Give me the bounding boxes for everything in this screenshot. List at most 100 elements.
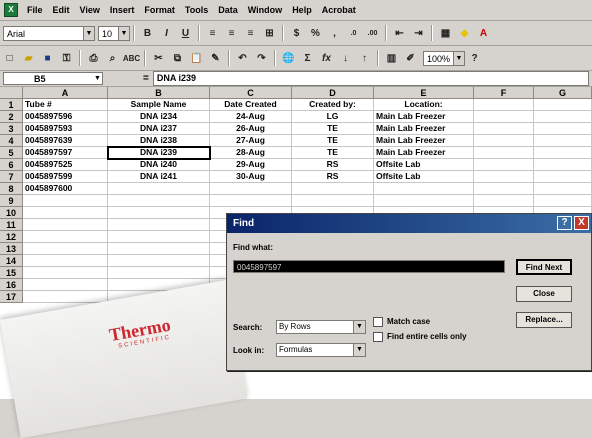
date-cell[interactable]: 30-Aug	[210, 171, 292, 183]
open-folder-icon[interactable]: ▰	[20, 50, 37, 67]
row-header-16[interactable]: 16	[0, 279, 23, 291]
header-cell-created-by[interactable]: Created by:	[292, 99, 374, 111]
decrease-indent-icon[interactable]: ⇤	[391, 25, 408, 42]
align-center-icon[interactable]: ≡	[223, 25, 240, 42]
row-header-1[interactable]: 1	[0, 99, 23, 111]
location-cell[interactable]: Main Lab Freezer	[374, 135, 474, 147]
chevron-down-icon[interactable]: ▼	[118, 26, 129, 40]
location-cell[interactable]: Main Lab Freezer	[374, 111, 474, 123]
function-icon[interactable]: fx	[318, 50, 335, 67]
cell[interactable]	[474, 111, 534, 123]
row-header-15[interactable]: 15	[0, 267, 23, 279]
column-header-a[interactable]: A	[23, 87, 108, 99]
cell[interactable]	[292, 195, 374, 207]
format-painter-icon[interactable]: ✎	[207, 50, 224, 67]
italic-icon[interactable]: I	[158, 25, 175, 42]
cut-icon[interactable]: ✂	[150, 50, 167, 67]
redo-icon[interactable]: ↷	[253, 50, 270, 67]
location-cell[interactable]: Offsite Lab	[374, 159, 474, 171]
date-cell[interactable]: 24-Aug	[210, 111, 292, 123]
excel-app-icon[interactable]: X	[4, 3, 18, 17]
row-header-17[interactable]: 17	[0, 291, 23, 303]
replace-button[interactable]: Replace...	[516, 312, 572, 328]
date-cell[interactable]: 28-Aug	[210, 147, 292, 159]
chevron-down-icon[interactable]: ▼	[353, 321, 365, 333]
cell[interactable]	[108, 267, 210, 279]
search-select[interactable]: By Rows ▼	[276, 320, 366, 334]
created-by-cell[interactable]: RS	[292, 171, 374, 183]
fill-color-icon[interactable]: ◆	[456, 25, 473, 42]
menu-file[interactable]: File	[22, 5, 48, 15]
font-color-icon[interactable]: A	[475, 25, 492, 42]
created-by-cell[interactable]	[292, 183, 374, 195]
row-header-14[interactable]: 14	[0, 255, 23, 267]
entire-cells-checkbox[interactable]	[373, 332, 383, 342]
cell[interactable]	[23, 267, 108, 279]
menu-window[interactable]: Window	[243, 5, 287, 15]
percent-icon[interactable]: %	[307, 25, 324, 42]
column-header-c[interactable]: C	[210, 87, 292, 99]
menu-insert[interactable]: Insert	[105, 5, 140, 15]
cell[interactable]	[23, 255, 108, 267]
menu-tools[interactable]: Tools	[180, 5, 213, 15]
cell[interactable]	[108, 195, 210, 207]
chart-wizard-icon[interactable]: ▥	[383, 50, 400, 67]
cell[interactable]	[534, 135, 592, 147]
cell[interactable]	[534, 183, 592, 195]
chevron-down-icon[interactable]: ▼	[353, 344, 365, 356]
date-cell[interactable]	[210, 183, 292, 195]
cell[interactable]	[23, 195, 108, 207]
tube-cell[interactable]: 0045897596	[23, 111, 108, 123]
font-name-select[interactable]: Arial ▼	[3, 25, 95, 41]
row-header-6[interactable]: 6	[0, 159, 23, 171]
chevron-down-icon[interactable]: ▼	[93, 73, 102, 84]
cell[interactable]	[474, 159, 534, 171]
increase-indent-icon[interactable]: ⇥	[410, 25, 427, 42]
created-by-cell[interactable]: TE	[292, 135, 374, 147]
cell[interactable]	[534, 123, 592, 135]
align-left-icon[interactable]: ≡	[204, 25, 221, 42]
align-right-icon[interactable]: ≡	[242, 25, 259, 42]
menu-edit[interactable]: Edit	[48, 5, 75, 15]
close-icon[interactable]: X	[574, 216, 589, 230]
match-case-checkbox[interactable]	[373, 317, 383, 327]
column-header-d[interactable]: D	[292, 87, 374, 99]
location-cell[interactable]: Main Lab Freezer	[374, 123, 474, 135]
location-cell[interactable]	[374, 183, 474, 195]
row-header-13[interactable]: 13	[0, 243, 23, 255]
font-size-select[interactable]: 10 ▼	[98, 25, 130, 41]
borders-icon[interactable]: ▦	[437, 25, 454, 42]
cell[interactable]	[474, 99, 534, 111]
copy-icon[interactable]: ⧉	[169, 50, 186, 67]
row-header-11[interactable]: 11	[0, 219, 23, 231]
cell[interactable]	[210, 195, 292, 207]
row-header-3[interactable]: 3	[0, 123, 23, 135]
cell[interactable]	[374, 195, 474, 207]
row-header-5[interactable]: 5	[0, 147, 23, 159]
column-header-b[interactable]: B	[108, 87, 210, 99]
undo-icon[interactable]: ↶	[234, 50, 251, 67]
find-what-input[interactable]: 0045897597	[233, 260, 505, 273]
sample-name-cell[interactable]: DNA i241	[108, 171, 210, 183]
cell[interactable]	[534, 111, 592, 123]
sample-name-cell[interactable]: DNA i237	[108, 123, 210, 135]
created-by-cell[interactable]: LG	[292, 111, 374, 123]
tube-cell[interactable]: 0045897639	[23, 135, 108, 147]
bold-icon[interactable]: B	[139, 25, 156, 42]
cell[interactable]	[108, 207, 210, 219]
find-next-button[interactable]: Find Next	[516, 259, 572, 275]
new-file-icon[interactable]: □	[1, 50, 18, 67]
menu-view[interactable]: View	[75, 5, 105, 15]
print-icon[interactable]: ⎙	[85, 50, 102, 67]
row-header-2[interactable]: 2	[0, 111, 23, 123]
menu-format[interactable]: Format	[139, 5, 180, 15]
comma-style-icon[interactable]: ,	[326, 25, 343, 42]
sort-ascending-icon[interactable]: ↓	[337, 50, 354, 67]
select-all-corner[interactable]	[0, 87, 23, 99]
cell[interactable]	[23, 279, 108, 291]
header-cell-location[interactable]: Location:	[374, 99, 474, 111]
increase-decimal-icon[interactable]: .0	[345, 25, 362, 42]
cell[interactable]	[108, 255, 210, 267]
cell[interactable]	[474, 135, 534, 147]
date-cell[interactable]: 26-Aug	[210, 123, 292, 135]
